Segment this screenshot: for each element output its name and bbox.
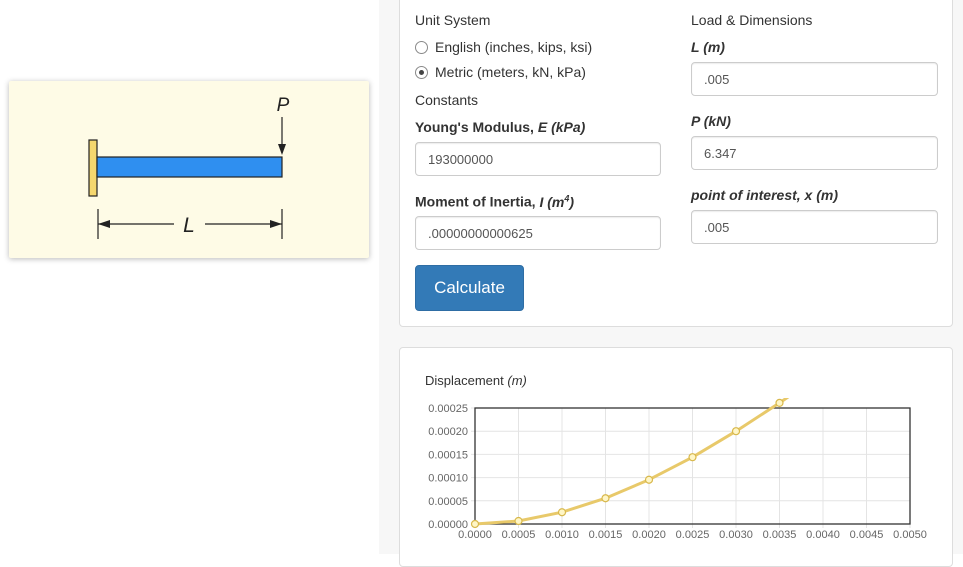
length-field-label-text: L (m) xyxy=(691,39,725,55)
radio-metric-label: Metric (meters, kN, kPa) xyxy=(435,64,586,80)
data-point xyxy=(557,508,567,517)
beam-diagram-card: P L xyxy=(9,81,369,258)
chart-grid xyxy=(471,407,911,528)
point-of-interest-input[interactable] xyxy=(691,210,938,244)
y-tick-label: 0.00000 xyxy=(428,519,468,531)
x-tick-label: 0.0050 xyxy=(893,529,927,541)
cantilever-beam-diagram: P L xyxy=(88,95,290,239)
moment-of-inertia-label: Moment of Inertia, I (m4) xyxy=(415,193,574,210)
x-tick-label: 0.0010 xyxy=(545,529,579,541)
data-point xyxy=(644,475,654,484)
radio-metric-indicator[interactable] xyxy=(415,65,428,79)
youngs-modulus-label-unit: E (kPa) xyxy=(537,119,586,135)
dim-arrowhead-left xyxy=(98,220,110,228)
x-tick-label: 0.0020 xyxy=(632,529,666,541)
load-dimensions-heading: Load & Dimensions xyxy=(691,12,813,28)
load-input[interactable] xyxy=(691,136,938,170)
radio-english[interactable]: English (inches, kips, ksi) xyxy=(415,39,592,55)
radio-english-indicator[interactable] xyxy=(415,40,428,54)
length-input[interactable] xyxy=(691,62,938,96)
x-tick-label: 0.0005 xyxy=(502,529,536,541)
data-point xyxy=(775,398,784,407)
data-point xyxy=(470,519,480,529)
data-point xyxy=(731,427,741,436)
load-field-label-text: P (kN) xyxy=(691,113,731,129)
y-tick-label: 0.00015 xyxy=(428,449,468,461)
length-label: L xyxy=(183,214,195,237)
length-label-field: L (m) xyxy=(691,39,725,55)
data-point xyxy=(688,453,697,462)
x-tick-label: 0.0015 xyxy=(589,529,623,541)
beam-body xyxy=(96,156,283,178)
displacement-chart: 0.0000 0.0005 0.0010 0.0015 0.0020 0.0025 0.00… xyxy=(428,398,927,541)
y-tick-label: 0.00025 xyxy=(428,403,468,415)
x-tick-label: 0.0035 xyxy=(763,529,797,541)
youngs-modulus-label: Young's Modulus, E (kPa) xyxy=(415,119,585,135)
chart-title-unit: (m) xyxy=(507,373,527,388)
data-point xyxy=(514,516,523,526)
y-tick-label: 0.00020 xyxy=(428,426,468,438)
x-tick-label: 0.0040 xyxy=(806,529,840,541)
load-label: P xyxy=(277,95,290,116)
youngs-modulus-input[interactable] xyxy=(415,142,661,176)
load-arrowhead xyxy=(278,144,286,155)
moment-of-inertia-input[interactable] xyxy=(415,216,661,250)
radio-metric[interactable]: Metric (meters, kN, kPa) xyxy=(415,64,586,80)
radio-english-label: English (inches, kips, ksi) xyxy=(435,39,593,55)
data-point xyxy=(601,494,610,503)
load-label-field: P (kN) xyxy=(691,113,731,129)
fixed-support xyxy=(88,139,98,197)
unit-system-heading: Unit System xyxy=(415,12,491,28)
y-tick-label: 0.00010 xyxy=(428,473,468,485)
x-tick-label: 0.0030 xyxy=(719,529,753,541)
chart-tick-labels: 0.0000 0.0005 0.0010 0.0015 0.0020 0.0025 0.00… xyxy=(428,403,927,541)
constants-heading: Constants xyxy=(415,92,479,108)
point-of-interest-label-text: point of interest, x (m) xyxy=(691,187,838,203)
moment-of-inertia-unit-close: ) xyxy=(569,193,575,210)
moment-of-inertia-unit-base: I (m xyxy=(539,193,565,210)
moment-of-inertia-label-text: Moment of Inertia, xyxy=(415,193,540,210)
chart-title-text: Displacement xyxy=(425,373,508,388)
y-tick-label: 0.00005 xyxy=(428,496,468,508)
chart-title: Displacement (m) xyxy=(425,373,527,388)
x-tick-label: 0.0045 xyxy=(850,529,884,541)
point-of-interest-label: point of interest, x (m) xyxy=(691,187,838,203)
x-tick-label: 0.0025 xyxy=(676,529,710,541)
calculate-button[interactable]: Calculate xyxy=(415,265,524,311)
moment-of-inertia-label-unit: I (m4) xyxy=(539,193,575,210)
dim-arrowhead-right xyxy=(270,220,282,228)
youngs-modulus-label-text: Young's Modulus, xyxy=(415,119,538,135)
